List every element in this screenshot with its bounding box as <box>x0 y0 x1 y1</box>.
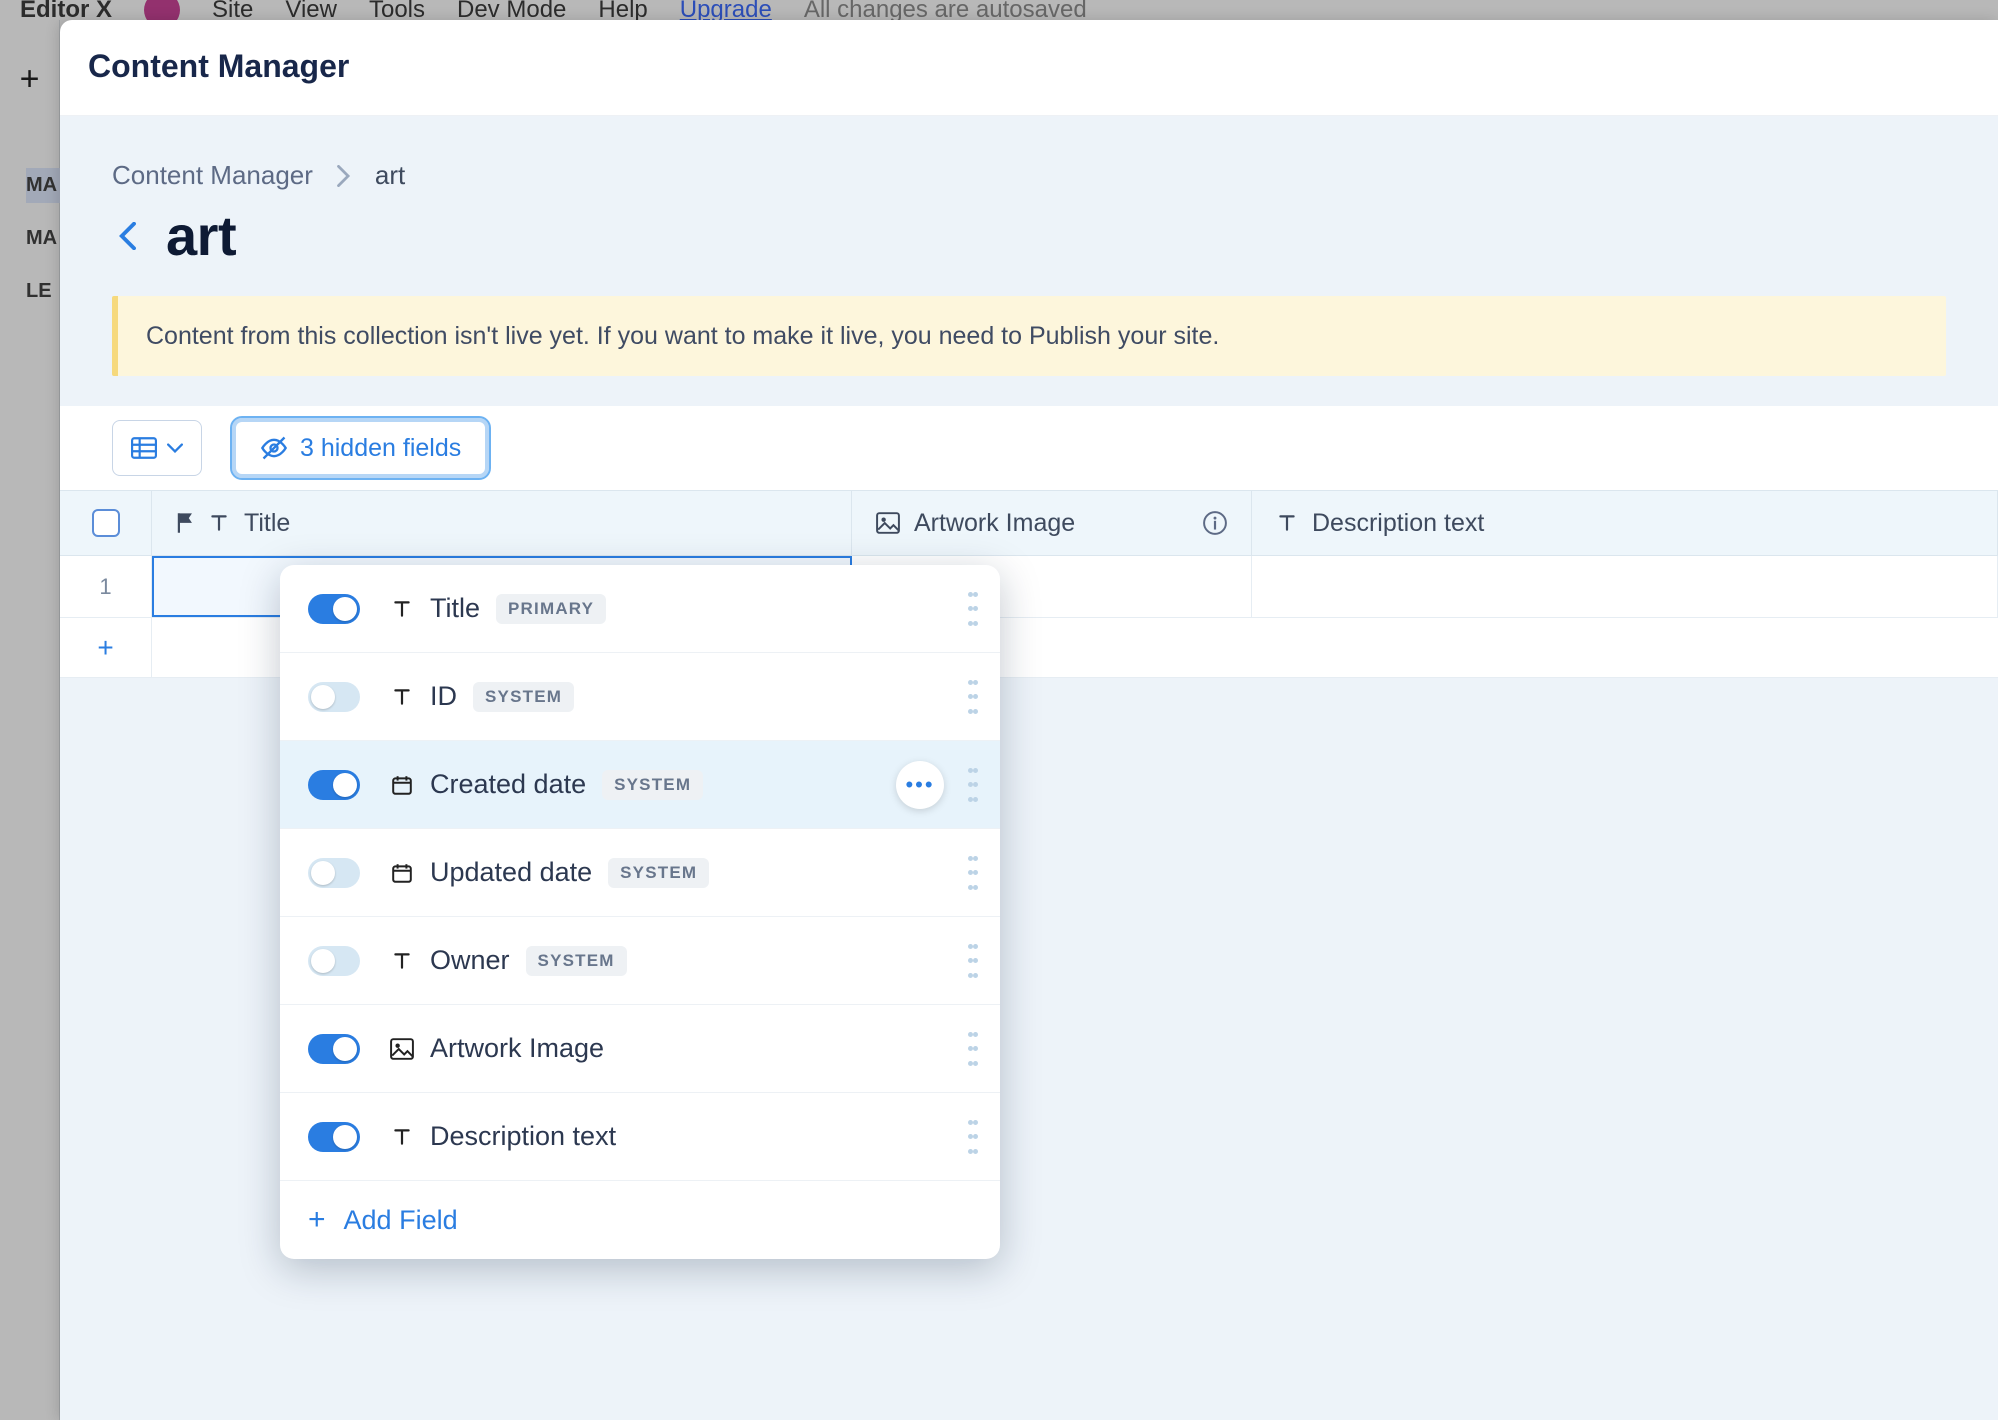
drag-handle-icon[interactable] <box>968 1120 982 1154</box>
date-icon <box>388 862 416 884</box>
select-all-cell[interactable] <box>60 491 152 555</box>
drag-handle-icon[interactable] <box>968 680 982 714</box>
text-icon <box>388 598 416 620</box>
field-label: ID <box>430 681 457 712</box>
drag-handle-icon[interactable] <box>968 856 982 890</box>
field-label: Updated date <box>430 857 592 888</box>
chevron-down-icon <box>167 443 183 453</box>
table-toolbar: 3 hidden fields <box>60 406 1998 490</box>
more-options-button[interactable]: ••• <box>896 761 944 809</box>
cell-description[interactable] <box>1252 556 1998 617</box>
toggle-owner[interactable] <box>308 946 360 976</box>
column-title[interactable]: Title <box>152 491 852 555</box>
table-icon <box>131 437 157 459</box>
drag-handle-icon[interactable] <box>968 1032 982 1066</box>
col-title-label: Title <box>244 509 290 538</box>
info-banner: Content from this collection isn't live … <box>112 296 1946 376</box>
text-icon <box>388 686 416 708</box>
drag-handle-icon[interactable] <box>968 944 982 978</box>
fields-popover: Title PRIMARY ID SYSTEM Created date SYS… <box>280 565 1000 1259</box>
breadcrumb: Content Manager art <box>60 116 1998 191</box>
back-button[interactable] <box>112 216 142 256</box>
panel-header: Content Manager <box>60 20 1998 116</box>
hidden-fields-button[interactable]: 3 hidden fields <box>232 418 489 478</box>
badge-system: SYSTEM <box>608 858 709 888</box>
column-artwork-image[interactable]: Artwork Image <box>852 491 1252 555</box>
field-label: Title <box>430 593 480 624</box>
panel-title: Content Manager <box>88 48 1970 85</box>
field-label: Created date <box>430 769 586 800</box>
toggle-created-date[interactable] <box>308 770 360 800</box>
toggle-updated-date[interactable] <box>308 858 360 888</box>
add-field-button[interactable]: + Add Field <box>280 1181 1000 1259</box>
toggle-title[interactable] <box>308 594 360 624</box>
field-row-description-text[interactable]: Description text <box>280 1093 1000 1181</box>
col-image-label: Artwork Image <box>914 509 1075 538</box>
date-icon <box>388 774 416 796</box>
add-field-label: Add Field <box>344 1205 458 1236</box>
text-icon <box>388 1126 416 1148</box>
breadcrumb-current: art <box>375 160 405 191</box>
hidden-fields-label: 3 hidden fields <box>300 434 461 463</box>
page-title: art <box>166 203 236 268</box>
row-number[interactable]: 1 <box>60 556 152 617</box>
field-row-id[interactable]: ID SYSTEM <box>280 653 1000 741</box>
field-row-owner[interactable]: Owner SYSTEM <box>280 917 1000 1005</box>
text-icon <box>208 512 230 534</box>
title-row: art <box>60 191 1998 296</box>
field-row-updated-date[interactable]: Updated date SYSTEM <box>280 829 1000 917</box>
badge-system: SYSTEM <box>526 946 627 976</box>
badge-primary: PRIMARY <box>496 594 606 624</box>
drag-handle-icon[interactable] <box>968 768 982 802</box>
select-all-checkbox[interactable] <box>92 509 120 537</box>
column-headers: Title Artwork Image Description text <box>60 490 1998 556</box>
field-row-title[interactable]: Title PRIMARY <box>280 565 1000 653</box>
text-icon <box>1276 512 1298 534</box>
field-row-created-date[interactable]: Created date SYSTEM ••• <box>280 741 1000 829</box>
toggle-description-text[interactable] <box>308 1122 360 1152</box>
column-description[interactable]: Description text <box>1252 491 1998 555</box>
field-label: Owner <box>430 945 510 976</box>
text-icon <box>388 950 416 972</box>
badge-system: SYSTEM <box>473 682 574 712</box>
field-label: Description text <box>430 1121 616 1152</box>
eye-off-icon <box>260 435 288 461</box>
col-desc-label: Description text <box>1312 509 1484 538</box>
plus-icon: + <box>308 1205 326 1235</box>
drag-handle-icon[interactable] <box>968 592 982 626</box>
field-label: Artwork Image <box>430 1033 604 1064</box>
view-switch-button[interactable] <box>112 420 202 476</box>
image-icon <box>876 512 900 534</box>
breadcrumb-root[interactable]: Content Manager <box>112 160 313 191</box>
badge-system: SYSTEM <box>602 770 703 800</box>
toggle-artwork-image[interactable] <box>308 1034 360 1064</box>
chevron-right-icon <box>337 165 351 187</box>
add-row-icon[interactable]: + <box>60 618 152 677</box>
toggle-id[interactable] <box>308 682 360 712</box>
field-row-artwork-image[interactable]: Artwork Image <box>280 1005 1000 1093</box>
image-icon <box>388 1038 416 1060</box>
flag-icon <box>176 512 194 534</box>
info-icon[interactable] <box>1203 511 1227 535</box>
